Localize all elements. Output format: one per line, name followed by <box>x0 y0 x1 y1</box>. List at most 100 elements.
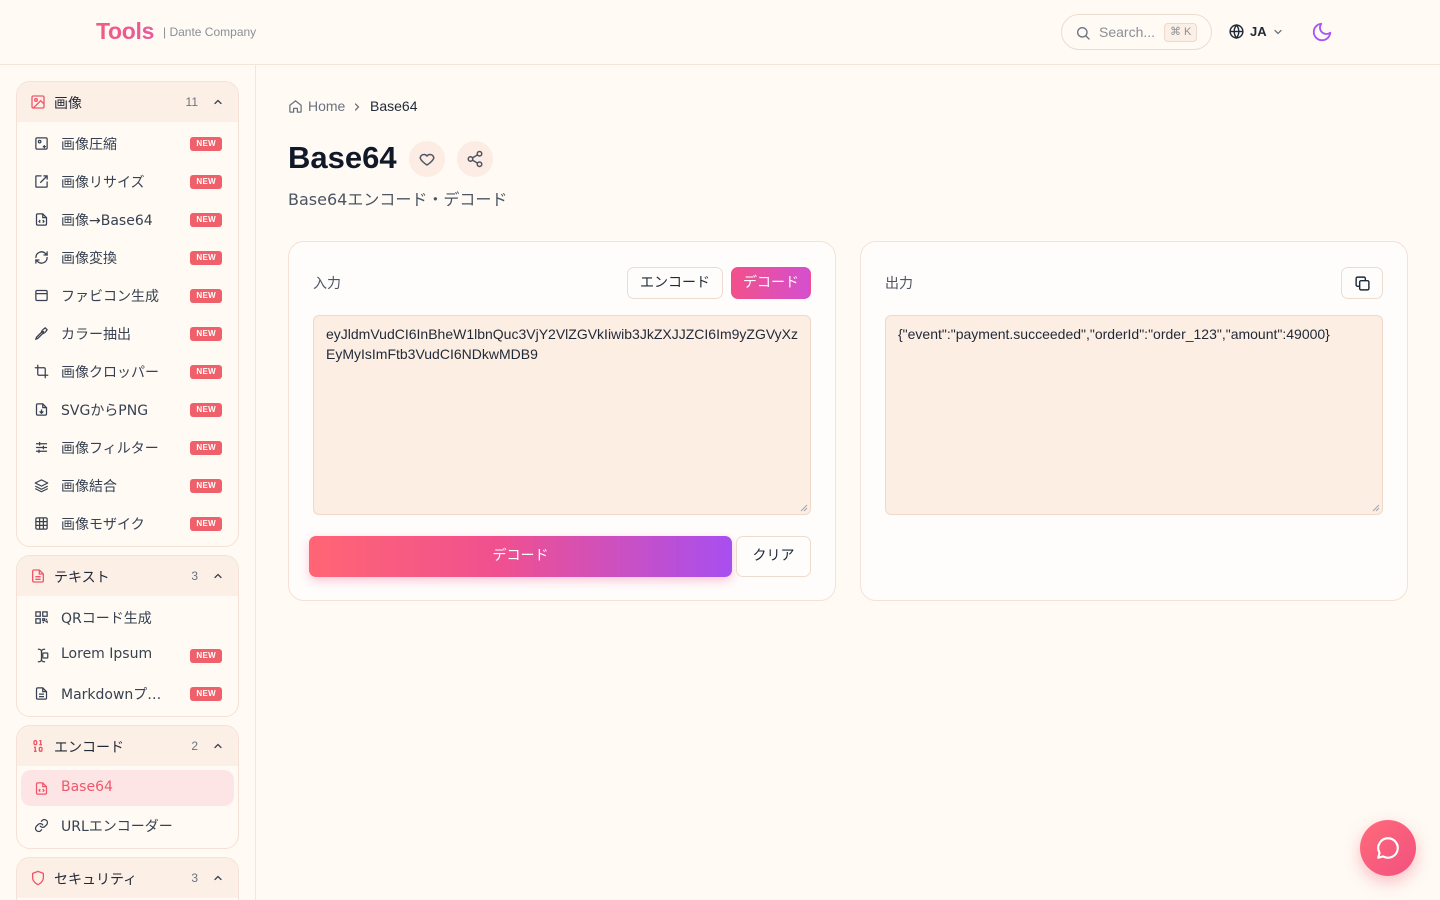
sidebar-item-label: 画像モザイク <box>61 517 145 533</box>
sidebar-item-color-extract[interactable]: カラー抽出 NEW <box>17 314 238 352</box>
sidebar-item-image-merge[interactable]: 画像結合 NEW <box>17 466 238 504</box>
encode-mode-button[interactable]: エンコード <box>627 267 723 299</box>
sidebar-item-lorem-ipsum[interactable]: Lorem Ipsum NEW <box>17 636 238 674</box>
sidebar-group-header[interactable]: エンコード 2 <box>17 726 238 766</box>
sidebar: 画像 11 画像圧縮 NEW 画像リサイズ NEW 画像→Base64 NEW … <box>0 65 256 900</box>
sidebar-group-header[interactable]: テキスト 3 <box>17 556 238 596</box>
sidebar-item-favicon[interactable]: ファビコン生成 NEW <box>17 276 238 314</box>
sliders-icon <box>35 441 48 454</box>
new-badge: NEW <box>190 517 222 531</box>
chevron-right-icon <box>354 103 360 111</box>
sidebar-group-text: テキスト 3 QRコード生成 Lorem Ipsum NEW Markdownプ… <box>16 555 239 717</box>
sidebar-item-label: 画像リサイズ <box>61 175 145 191</box>
sidebar-item-markdown-preview[interactable]: Markdownプレビュー NEW <box>17 674 238 712</box>
chevron-down-icon <box>1274 29 1282 35</box>
sidebar-item-image-filter[interactable]: 画像フィルター NEW <box>17 428 238 466</box>
new-badge: NEW <box>190 137 222 151</box>
new-badge: NEW <box>190 687 222 701</box>
shield-icon <box>31 870 44 886</box>
decode-mode-button[interactable]: デコード <box>731 267 811 299</box>
sidebar-group-header[interactable]: セキュリティ 3 <box>17 858 238 898</box>
moon-icon[interactable] <box>1311 21 1333 43</box>
favorite-button[interactable] <box>409 141 445 177</box>
sidebar-item-base64[interactable]: Base64 <box>21 770 234 806</box>
search-box[interactable]: Search... ⌘ K <box>1061 14 1212 50</box>
chevron-up-icon[interactable] <box>212 96 224 108</box>
breadcrumb-current: Base64 <box>370 98 418 114</box>
resize-handle-icon[interactable] <box>1372 504 1380 512</box>
page-subtitle: Base64エンコード・デコード <box>288 190 508 209</box>
globe-icon <box>1229 24 1244 39</box>
sidebar-item-qr-code[interactable]: QRコード生成 <box>17 598 238 636</box>
file-code-icon <box>35 782 48 795</box>
browser-window-icon <box>35 289 48 302</box>
breadcrumb-home-link[interactable]: Home <box>308 98 345 114</box>
sidebar-item-label: SVGからPNG <box>61 403 149 419</box>
language-code: JA <box>1250 24 1267 39</box>
sidebar-item-image-convert[interactable]: 画像変換 NEW <box>17 238 238 276</box>
input-textarea[interactable]: eyJldmVudCI6InBheW1lbnQuc3VjY2VlZGVkIiwi… <box>313 315 811 515</box>
chevron-up-icon[interactable] <box>212 570 224 582</box>
chat-bubble-icon <box>1377 837 1399 859</box>
new-badge: NEW <box>190 327 222 341</box>
sidebar-item-label: QRコード生成 <box>61 611 152 627</box>
chat-button[interactable] <box>1360 820 1416 876</box>
crop-icon <box>34 364 49 379</box>
new-badge: NEW <box>190 365 222 379</box>
page-title: Base64 <box>288 140 397 175</box>
image-icon <box>31 95 45 109</box>
file-text-icon <box>35 687 48 700</box>
grid-icon <box>35 517 48 530</box>
sidebar-group-title: テキスト <box>54 570 110 586</box>
sidebar-group-header[interactable]: 画像 11 <box>17 82 238 122</box>
sidebar-item-image-compress[interactable]: 画像圧縮 NEW <box>17 124 238 162</box>
layers-icon <box>34 479 49 493</box>
sidebar-group-security: セキュリティ 3 <box>16 857 239 900</box>
input-label: 入力 <box>313 276 341 292</box>
sidebar-item-url-encoder[interactable]: URLエンコーダー <box>17 806 238 844</box>
sidebar-item-label: 画像クロッパー <box>61 365 159 381</box>
new-badge: NEW <box>190 251 222 265</box>
sidebar-item-label: カラー抽出 <box>61 327 131 343</box>
input-card: 入力 エンコード デコード eyJldmVudCI6InBheW1lbnQuc3… <box>288 241 836 601</box>
sidebar-item-image-mosaic[interactable]: 画像モザイク NEW <box>17 504 238 542</box>
output-textarea[interactable]: {"event":"payment.succeeded","orderId":"… <box>885 315 1383 515</box>
chevron-up-icon[interactable] <box>212 740 224 752</box>
sidebar-item-label: 画像結合 <box>61 479 117 495</box>
resize-handle-icon[interactable] <box>800 504 808 512</box>
clear-button[interactable]: クリア <box>736 536 811 577</box>
copy-icon <box>1355 276 1370 291</box>
sidebar-group-count: 2 <box>191 739 198 753</box>
qr-code-icon <box>35 611 48 624</box>
sidebar-item-svg-to-png[interactable]: SVGからPNG NEW <box>17 390 238 428</box>
file-text-icon <box>32 569 44 583</box>
sidebar-group-count: 11 <box>185 95 198 109</box>
new-badge: NEW <box>190 441 222 455</box>
sidebar-item-image-resize[interactable]: 画像リサイズ NEW <box>17 162 238 200</box>
decode-button[interactable]: デコード <box>309 536 732 577</box>
new-badge: NEW <box>190 289 222 303</box>
new-badge: NEW <box>190 479 222 493</box>
sidebar-item-label: Lorem Ipsum <box>61 646 153 662</box>
sidebar-item-image-cropper[interactable]: 画像クロッパー NEW <box>17 352 238 390</box>
home-icon[interactable] <box>288 99 303 114</box>
copy-button[interactable] <box>1341 267 1383 299</box>
logo[interactable]: Tools <box>96 18 154 45</box>
file-image-icon <box>35 403 48 416</box>
search-placeholder: Search... <box>1099 24 1156 40</box>
output-label: 出力 <box>885 276 913 292</box>
eyedropper-icon <box>34 327 48 341</box>
output-card: 出力 {"event":"payment.succeeded","orderId… <box>860 241 1408 601</box>
share-icon <box>467 150 483 168</box>
heart-icon <box>419 153 435 166</box>
sidebar-item-label: 画像→Base64 <box>61 213 153 229</box>
search-icon <box>1077 27 1090 40</box>
resize-icon <box>35 175 48 188</box>
sidebar-item-label: 画像圧縮 <box>61 137 117 153</box>
chevron-up-icon[interactable] <box>212 872 224 884</box>
sidebar-group-encode: エンコード 2 Base64 URLエンコーダー <box>16 725 239 849</box>
sidebar-item-image-to-base64[interactable]: 画像→Base64 NEW <box>17 200 238 238</box>
sidebar-item-label: Base64 <box>61 779 113 795</box>
sidebar-group-title: エンコード <box>54 740 124 756</box>
share-button[interactable] <box>457 141 493 177</box>
